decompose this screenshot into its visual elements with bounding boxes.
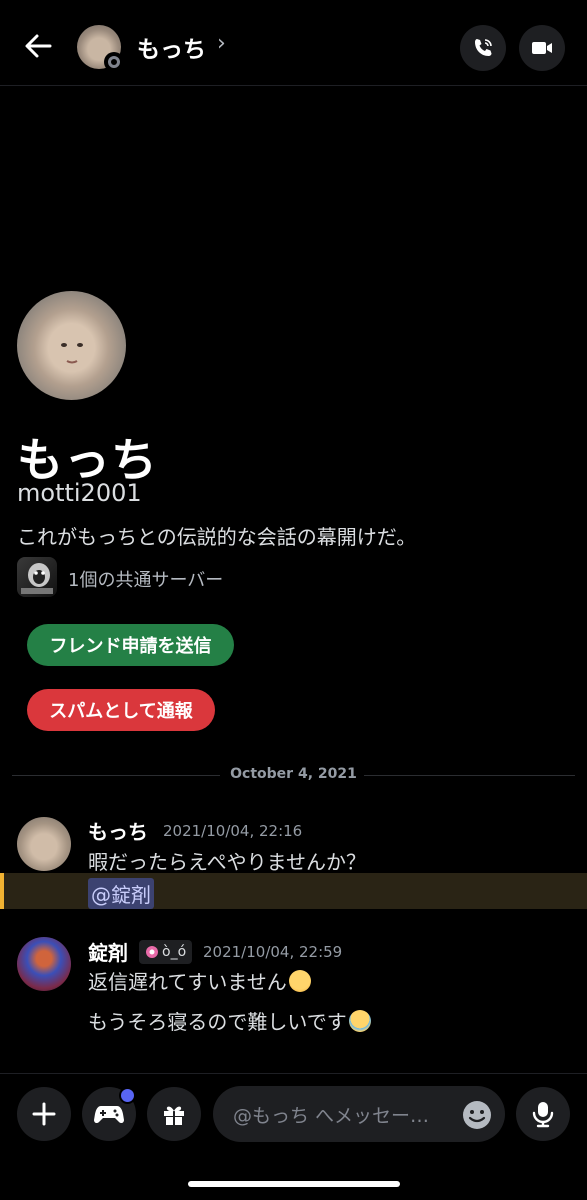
mutual-servers-label[interactable]: 1個の共通サーバー bbox=[68, 566, 223, 592]
message-timestamp: 2021/10/04, 22:16 bbox=[163, 822, 303, 840]
tag-flower-icon bbox=[146, 946, 158, 958]
message-text: もうそろ寝るので難しいです bbox=[88, 1010, 347, 1034]
add-friend-button[interactable]: フレンド申請を送信 bbox=[27, 624, 234, 666]
report-spam-button[interactable]: スパムとして通報 bbox=[27, 689, 215, 731]
message-text-line: 返信遅れてすいません bbox=[88, 966, 311, 995]
profile-username: motti2001 bbox=[17, 479, 142, 507]
guild-tag-badge[interactable]: ò_ó bbox=[139, 940, 193, 964]
crying-face-emoji-icon bbox=[348, 1010, 371, 1032]
video-icon[interactable] bbox=[519, 25, 565, 71]
profile-avatar[interactable] bbox=[17, 291, 126, 400]
message-timestamp: 2021/10/04, 22:59 bbox=[203, 943, 343, 961]
guild-tag-text: ò_ó bbox=[162, 944, 187, 960]
user-mention[interactable]: @錠剤 bbox=[88, 878, 154, 909]
date-divider: October 4, 2021 bbox=[230, 766, 357, 782]
phone-icon[interactable] bbox=[460, 25, 506, 71]
plus-icon[interactable] bbox=[17, 1087, 71, 1141]
header-name[interactable]: もっち bbox=[137, 30, 206, 64]
message-author[interactable]: 錠剤 bbox=[88, 937, 128, 966]
gift-icon[interactable] bbox=[147, 1087, 201, 1141]
message-text: 返信遅れてすいません bbox=[88, 970, 287, 994]
message-author[interactable]: もっち bbox=[88, 816, 148, 845]
message-avatar[interactable] bbox=[17, 817, 71, 871]
emoji-icon[interactable] bbox=[461, 1099, 493, 1131]
back-arrow-icon[interactable] bbox=[20, 28, 56, 64]
message-avatar[interactable] bbox=[17, 937, 71, 991]
message-text: 暇だったらえぺやりませんか？ bbox=[88, 850, 366, 874]
notification-dot bbox=[119, 1087, 136, 1104]
mutual-server-icon[interactable] bbox=[17, 557, 57, 597]
message-text-line: もうそろ寝るので難しいです bbox=[88, 1006, 371, 1035]
mic-icon[interactable] bbox=[516, 1087, 570, 1141]
chevron-right-icon[interactable]: › bbox=[217, 31, 226, 56]
profile-bio: これがもっちとの伝説的な会話の幕開けだ。 bbox=[17, 525, 417, 549]
home-indicator[interactable] bbox=[188, 1181, 400, 1187]
pleading-face-emoji-icon bbox=[288, 970, 311, 992]
message-input-placeholder[interactable]: @もっち へメッセー… bbox=[233, 1101, 429, 1128]
status-offline-icon bbox=[104, 52, 124, 72]
